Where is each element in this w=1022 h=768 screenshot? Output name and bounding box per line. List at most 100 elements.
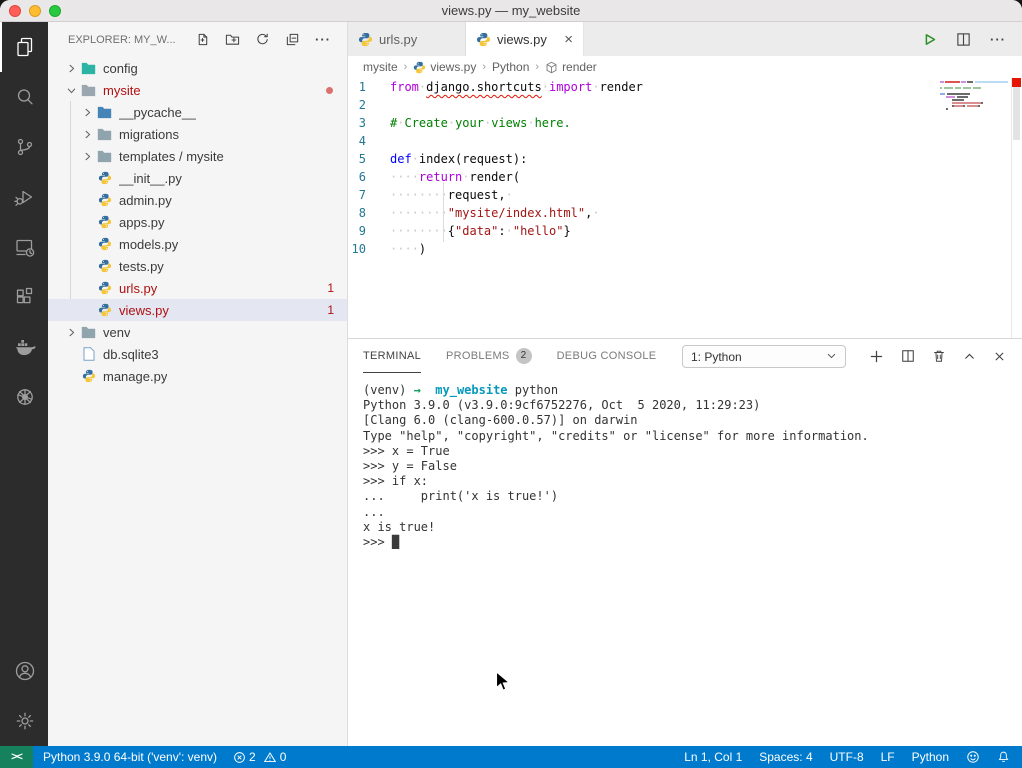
activity-button-settings-gear[interactable] [0, 696, 48, 746]
encoding-status[interactable]: UTF-8 [830, 750, 864, 764]
line-number: 3 [348, 114, 390, 132]
code-line-2[interactable]: 2 [348, 96, 1022, 114]
problems-status[interactable]: 2 0 [233, 750, 286, 764]
code-token: } [563, 224, 570, 238]
tree-item-venv[interactable]: venv [48, 321, 347, 343]
feedback-smiley-icon[interactable] [966, 750, 980, 764]
code-token: here. [535, 116, 571, 130]
activity-button-kubernetes[interactable] [0, 372, 48, 422]
code-line-1[interactable]: 1from·django.shortcuts·import·render [348, 78, 1022, 96]
panel-tab-problems[interactable]: PROBLEMS2 [446, 339, 532, 373]
language-mode-status[interactable]: Python [912, 750, 949, 764]
code-token: · [412, 152, 419, 166]
bottom-panel: TERMINAL PROBLEMS2 DEBUG CONSOLE 1: Python [348, 338, 1022, 746]
tree-item-admin-py[interactable]: admin.py [48, 189, 347, 211]
tree-item-models-py[interactable]: models.py [48, 233, 347, 255]
remote-indicator[interactable]: >< [0, 746, 33, 768]
tree-item-views-py[interactable]: views.py1 [48, 299, 347, 321]
indentation-status[interactable]: Spaces: 4 [759, 750, 812, 764]
code-line-8[interactable]: 8········"mysite/index.html",· [348, 204, 1022, 222]
panel-tab-label: PROBLEMS [446, 350, 510, 362]
new-folder-icon[interactable] [225, 32, 240, 47]
close-tab-icon[interactable]: × [562, 32, 575, 47]
code-token: · [527, 116, 534, 130]
tree-item-urls-py[interactable]: urls.py1 [48, 277, 347, 299]
split-terminal-icon[interactable] [901, 349, 915, 363]
activity-button-search[interactable] [0, 72, 48, 122]
code-line-5[interactable]: 5def·index(request): [348, 150, 1022, 168]
chevron-right-icon [78, 151, 96, 162]
new-file-icon[interactable] [195, 32, 210, 47]
code-line-4[interactable]: 4 [348, 132, 1022, 150]
maximize-panel-icon[interactable] [963, 350, 976, 363]
eol-status[interactable]: LF [881, 750, 895, 764]
activity-button-source-control[interactable] [0, 122, 48, 172]
more-editor-actions-button[interactable]: ··· [990, 32, 1006, 47]
editor-tab-views-py[interactable]: views.py× [466, 22, 584, 56]
tree-item-templates-mysite[interactable]: templates / mysite [48, 145, 347, 167]
more-actions-icon[interactable]: ··· [315, 32, 331, 47]
error-count: 2 [249, 750, 256, 764]
tree-item-tests-py[interactable]: tests.py [48, 255, 347, 277]
code-token: · [542, 80, 549, 94]
tree-item-migrations[interactable]: migrations [48, 123, 347, 145]
code-line-3[interactable]: 3#·Create·your·views·here. [348, 114, 1022, 132]
breadcrumb-item-render[interactable]: render [545, 60, 597, 74]
overview-ruler[interactable] [1011, 78, 1022, 338]
activity-bar-spacer [0, 422, 48, 646]
new-terminal-icon[interactable] [869, 349, 884, 364]
breadcrumb-item-python[interactable]: Python [492, 60, 529, 74]
chevron-down-icon [826, 350, 837, 364]
file-tree: configmysite__pycache__migrationstemplat… [48, 57, 347, 387]
editor-pane[interactable]: 1from·django.shortcuts·import·render23#·… [348, 78, 1022, 338]
editor-tab-urls-py[interactable]: urls.py [348, 22, 466, 56]
minimap[interactable] [940, 81, 1008, 111]
cursor-position-status[interactable]: Ln 1, Col 1 [684, 750, 742, 764]
terminal-line: >>> if x: [363, 474, 1022, 489]
activity-button-docker[interactable] [0, 322, 48, 372]
close-panel-icon[interactable] [993, 350, 1006, 363]
activity-button-account[interactable] [0, 646, 48, 696]
python-interpreter-status[interactable]: Python 3.9.0 64-bit ('venv': venv) [43, 750, 217, 764]
panel-tab-debug-console[interactable]: DEBUG CONSOLE [557, 339, 657, 373]
tree-item-manage-py[interactable]: manage.py [48, 365, 347, 387]
problem-count-badge: 1 [327, 281, 347, 295]
activity-button-remote-explorer[interactable] [0, 222, 48, 272]
collapse-all-icon[interactable] [285, 32, 300, 47]
activity-button-run-debug[interactable] [0, 172, 48, 222]
breadcrumb-item-mysite[interactable]: mysite [363, 60, 398, 74]
code-token: ········ [390, 188, 448, 202]
activity-button-extensions[interactable] [0, 272, 48, 322]
split-editor-button[interactable] [956, 32, 971, 47]
line-number: 9 [348, 222, 390, 240]
code-token: def [390, 152, 412, 166]
code-line-6[interactable]: 6····return·render( [348, 168, 1022, 186]
refresh-icon[interactable] [255, 32, 270, 47]
code-line-9[interactable]: 9········{"data":·"hello"} [348, 222, 1022, 240]
minimap-line [940, 90, 1008, 92]
folder-icon [80, 84, 97, 97]
activity-button-files[interactable] [0, 22, 48, 72]
terminal-shell-select[interactable]: 1: Python [682, 345, 846, 368]
run-python-file-button[interactable] [922, 32, 937, 47]
tree-item-config[interactable]: config [48, 57, 347, 79]
tree-item-mysite[interactable]: mysite [48, 79, 347, 101]
kill-terminal-icon[interactable] [932, 349, 946, 363]
terminal[interactable]: (venv) → my_website pythonPython 3.9.0 (… [348, 373, 1022, 550]
tree-item--init-py[interactable]: __init__.py [48, 167, 347, 189]
account-icon [13, 659, 37, 683]
tree-item-apps-py[interactable]: apps.py [48, 211, 347, 233]
code-token: Create [404, 116, 447, 130]
code-token: "data" [455, 224, 498, 238]
python-file-icon [96, 303, 113, 317]
tree-item-label: models.py [119, 237, 178, 252]
tree-item--pycache-[interactable]: __pycache__ [48, 101, 347, 123]
notifications-bell-icon[interactable] [997, 750, 1010, 764]
scrollbar-thumb[interactable] [1013, 78, 1020, 140]
code-line-7[interactable]: 7········request,· [348, 186, 1022, 204]
code-token: : [498, 224, 505, 238]
panel-tab-terminal[interactable]: TERMINAL [363, 339, 421, 373]
code-line-10[interactable]: 10····) [348, 240, 1022, 258]
tree-item-db-sqlite3[interactable]: db.sqlite3 [48, 343, 347, 365]
breadcrumb-item-views-py[interactable]: views.py [413, 60, 476, 74]
